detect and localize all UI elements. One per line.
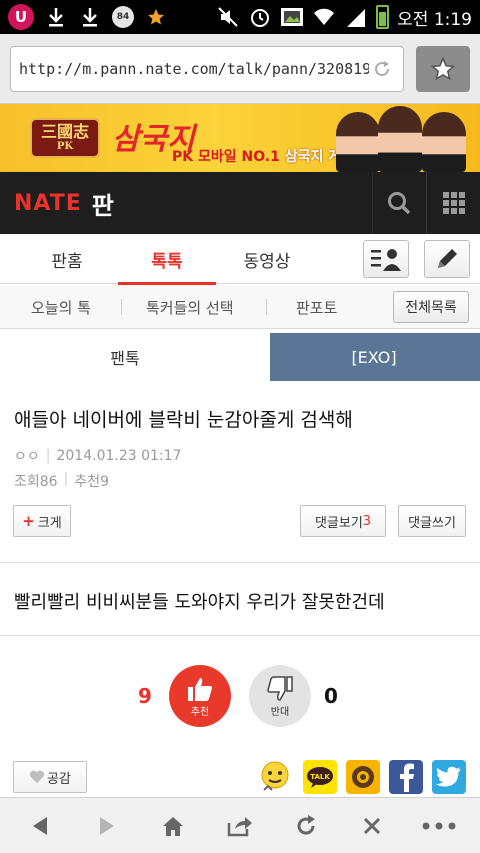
comment-count: 3 [362,513,372,529]
article-meta: ㅇㅇ | 2014.01.23 01:17 [14,448,182,465]
breadcrumb: [EXO] 팬톡 [0,333,480,381]
view-comments-button[interactable]: 댓글보기 3 [300,505,386,537]
section-title[interactable]: 판 [92,186,114,221]
status-bar: U 84 오전 1:19 [0,0,480,34]
bookmark-button[interactable] [416,46,470,92]
recommends-count: 9 [100,474,109,490]
all-list-button[interactable]: 전체목록 [393,291,469,323]
oppose-button[interactable]: 반대 [249,665,311,727]
browser-address-bar: http://m.pann.nate.com/talk/pann/3208199… [0,34,480,104]
divider [0,562,480,563]
recommend-count: 9 [138,684,152,708]
my-page-button[interactable] [363,240,409,278]
recommends-label: 추천 [74,474,101,490]
close-icon[interactable] [348,798,396,853]
user-list-icon [371,249,401,271]
search-button[interactable] [372,172,424,234]
search-icon [387,192,410,215]
article-stats: 조회86 | 추천9 [14,471,109,490]
nate-logo[interactable]: NATE [14,191,82,216]
forward-icon[interactable] [83,798,131,853]
wifi-icon [312,5,336,29]
divider [0,635,480,636]
kakaotalk-icon[interactable]: TALK [303,760,337,794]
grid-icon [442,192,465,214]
image-notification-icon [280,5,304,29]
plus-icon: + [22,512,35,530]
subnav-today-talk[interactable]: 오늘의 톡 [31,285,91,329]
ad-logo: 三國志 PK [30,118,100,158]
breadcrumb-board[interactable]: [EXO] [248,333,480,381]
star-notification-icon [144,5,168,29]
article-title: 애들아 네이버에 블락비 눈감아줄게 검색해 [14,409,353,431]
oppose-label: 반대 [270,706,290,718]
share-icon[interactable] [216,798,264,853]
kakaostory-icon[interactable] [346,760,380,794]
mute-icon [216,5,240,29]
tab-talktalk[interactable]: 톡톡 [118,234,216,285]
heart-icon [29,770,45,783]
facebook-icon[interactable] [389,760,423,794]
subnav-pann-photo[interactable]: 판포토 [296,285,337,329]
main-tabs: 판홈 톡톡 동영상 [0,234,480,285]
carrier-icon: U [8,4,34,30]
notification-badge: 84 [112,6,134,28]
thumbs-up-icon [188,677,212,701]
empathy-button[interactable]: 공감 [13,761,87,793]
tab-video[interactable]: 동영상 [218,234,316,284]
twitter-icon[interactable] [432,760,466,794]
download-icon [44,5,68,29]
menu-grid-button[interactable] [426,172,480,234]
breadcrumb-arrow [248,333,268,381]
views-label: 조회 [14,474,40,490]
ad-subtitle: PK 모바일 NO.1 삼국지 게임 [172,149,355,165]
tab-pann-home[interactable]: 판홈 [18,234,116,284]
emoticon-icon[interactable] [258,760,292,794]
download-icon [78,5,102,29]
star-icon [430,56,456,81]
url-field[interactable]: http://m.pann.nate.com/talk/pann/3208199… [10,46,404,92]
back-icon[interactable] [16,798,64,853]
reload-icon[interactable] [369,56,395,82]
subnav-talker-choice[interactable]: 톡커들의 선택 [146,285,234,329]
refresh-icon[interactable] [282,798,330,853]
recommend-button[interactable]: 추천 [169,665,231,727]
ad-image [330,104,480,172]
browser-toolbar [0,797,480,853]
ad-banner[interactable]: 三國志 PK 삼국지 PK 모바일 NO.1 삼국지 게임 [0,104,480,172]
alarm-icon [248,5,272,29]
breadcrumb-category[interactable]: 팬톡 [0,333,270,381]
pencil-icon [438,249,457,268]
article-body: 빨리빨리 비비씨분들 도와야지 우리가 잘못한건데 [14,592,385,613]
enlarge-text-button[interactable]: + 크게 [13,505,71,537]
views-count: 86 [39,474,58,490]
battery-icon [376,5,390,29]
oppose-count: 0 [324,684,338,708]
signal-icon [344,5,368,29]
clock: 오전 1:19 [397,9,472,30]
site-header: NATE 판 [0,172,480,234]
home-icon[interactable] [149,798,197,853]
url-text: http://m.pann.nate.com/talk/pann/3208199… [19,60,369,78]
thumbs-down-icon [267,675,293,701]
more-icon[interactable] [415,798,463,853]
sub-navigation: 오늘의 톡 톡커들의 선택 판포토 전체목록 [0,285,480,329]
recommend-label: 추천 [190,706,210,718]
author-name: ㅇㅇ [14,449,40,465]
write-button[interactable] [424,240,470,278]
post-date: 2014.01.23 01:17 [56,448,182,464]
svg-text:TALK: TALK [310,773,330,781]
write-comment-button[interactable]: 댓글쓰기 [398,505,466,537]
